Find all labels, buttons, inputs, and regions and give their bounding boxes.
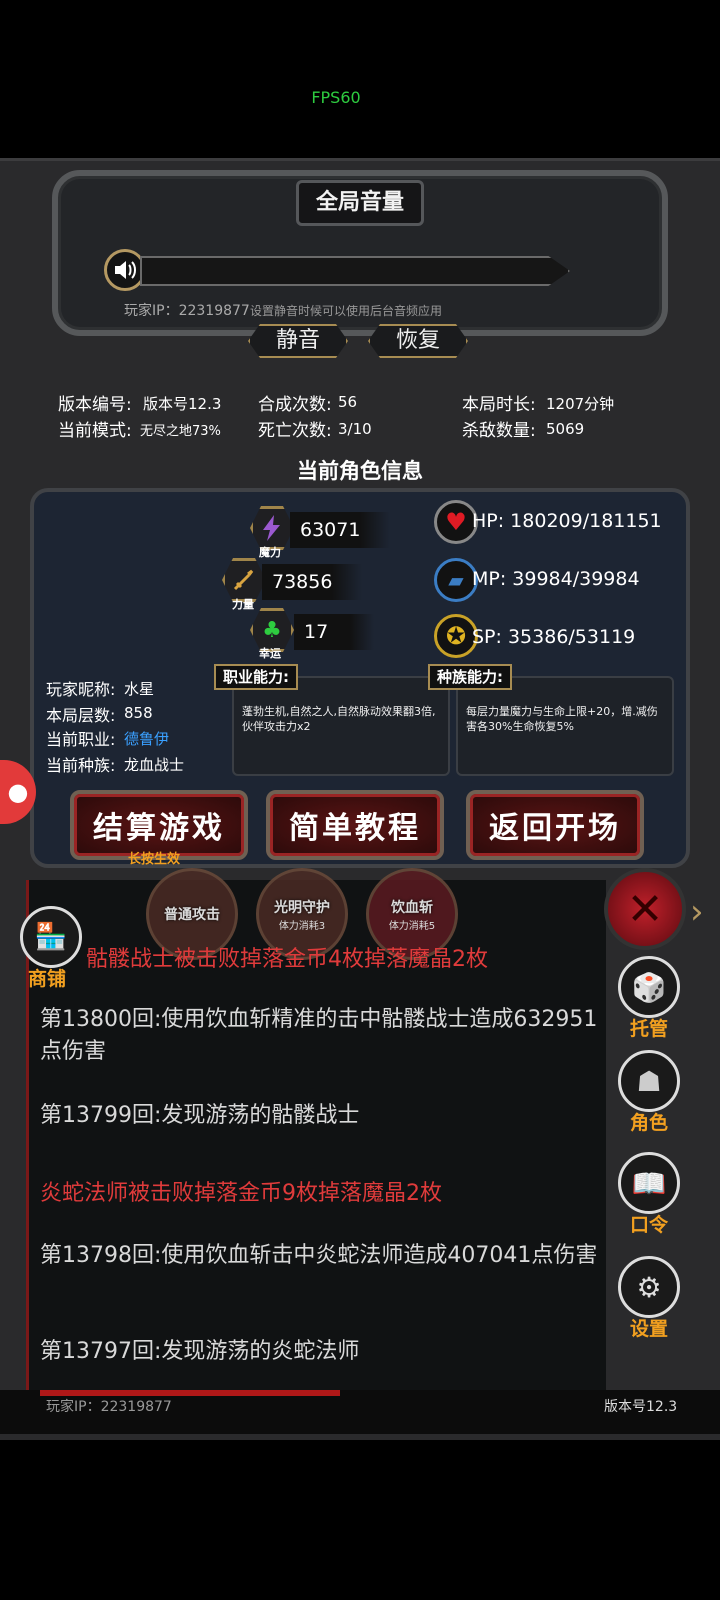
log-entry: 第13799回:发现游荡的骷髅战士 — [40, 1103, 360, 1128]
book-icon: 📖 — [618, 1152, 680, 1214]
class-label: 当前职业: — [46, 730, 116, 749]
player-ip: 玩家IP：22319877 — [124, 303, 250, 319]
close-icon[interactable]: ✕ — [604, 868, 686, 950]
death-label: 死亡次数: — [258, 421, 332, 441]
class-value[interactable]: 德鲁伊 — [124, 728, 169, 749]
nickname-label: 玩家昵称: — [46, 680, 116, 699]
time-label: 本局时长: — [462, 395, 536, 415]
chevron-right-icon[interactable]: › — [690, 892, 704, 932]
volume-title: 全局音量 — [296, 180, 424, 226]
race-ability-text: 每层力量魔力与生命上限+20，增.减伤害各30%生命恢复5% — [466, 705, 658, 733]
hood-icon: ☗ — [618, 1050, 680, 1112]
character-info-title: 当前角色信息 — [297, 459, 423, 483]
skill-name: 普通攻击 — [164, 907, 220, 923]
settle-game-label: 结算游戏 — [93, 811, 225, 846]
footer-version: 版本号12.3 — [604, 1399, 678, 1415]
restore-button[interactable]: 恢复 — [368, 324, 468, 358]
settings-label: 设置 — [629, 1318, 668, 1340]
fps-counter: FPS60 — [311, 88, 361, 107]
role-label: 角色 — [629, 1112, 668, 1134]
time-value: 1207分钟 — [546, 395, 615, 413]
skill-name: 光明守护 — [274, 899, 330, 916]
mode-label: 当前模式: — [58, 421, 132, 441]
death-value: 3/10 — [338, 420, 372, 438]
log-entry: 第13798回:使用饮血斩击中炎蛇法师造成407041点伤害 — [40, 1243, 598, 1268]
nickname-value: 水星 — [124, 680, 155, 698]
sp-stat: SP: 35386/53119 — [472, 626, 636, 648]
volume-slider[interactable] — [140, 256, 570, 286]
luck-value: 17 — [294, 614, 374, 650]
kills-label: 杀敌数量: — [462, 421, 536, 441]
magic-value: 63071 — [290, 512, 390, 548]
back-to-start-label: 返回开场 — [489, 811, 621, 846]
log-entry: 第13797回:发现游荡的炎蛇法师 — [40, 1339, 360, 1364]
version-value: 版本号12.3 — [143, 395, 222, 413]
footer-ip: 玩家IP：22319877 — [46, 1399, 172, 1415]
hp-stat: HP: 180209/181151 — [472, 510, 662, 532]
shop-icon[interactable]: 🏪 — [20, 906, 82, 968]
merge-label: 合成次数: — [258, 395, 332, 415]
settle-hint: 长按生效 — [128, 852, 181, 867]
floors-value: 858 — [124, 704, 153, 722]
class-ability-text: 蓬勃生机,自然之人,自然脉动效果翻3倍,伙伴攻击力x2 — [242, 705, 436, 733]
version-label: 版本编号: — [58, 395, 132, 415]
skill-cost: 体力消耗5 — [388, 920, 436, 932]
log-entry: 第13800回:使用饮血斩精准的击中骷髅战士造成632951点伤害 — [40, 1007, 598, 1064]
kills-value: 5069 — [546, 420, 585, 438]
code-label: 口令 — [629, 1214, 668, 1236]
race-ability-tag: 种族能力: — [428, 664, 512, 690]
auto-label: 托管 — [629, 1018, 668, 1040]
skill-cost: 体力消耗3 — [278, 920, 326, 932]
mute-button[interactable]: 静音 — [248, 324, 348, 358]
floors-label: 本局层数: — [46, 706, 116, 725]
gear-icon: ⚙ — [618, 1256, 680, 1318]
settings-button[interactable]: ⚙ 设置 — [614, 1256, 684, 1341]
shop-label[interactable]: 商铺 — [28, 964, 66, 991]
tutorial-button[interactable]: 简单教程 — [266, 790, 444, 860]
dice-icon: 🎲 — [618, 956, 680, 1018]
class-ability-box: 蓬勃生机,自然之人,自然脉动效果翻3倍,伙伴攻击力x2 — [232, 676, 450, 776]
luck-label: 幸运 — [259, 647, 281, 660]
strength-value: 73856 — [262, 564, 362, 600]
log-entry: 炎蛇法师被击败掉落金币9枚掉落魔晶2枚 — [40, 1181, 442, 1206]
back-to-start-button[interactable]: 返回开场 — [466, 790, 644, 860]
race-label: 当前种族: — [46, 756, 116, 775]
code-button[interactable]: 📖 口令 — [614, 1152, 684, 1237]
skill-name: 饮血斩 — [391, 899, 433, 916]
role-button[interactable]: ☗ 角色 — [614, 1050, 684, 1135]
race-ability-box: 每层力量魔力与生命上限+20，增.减伤害各30%生命恢复5% — [456, 676, 674, 776]
speaker-icon[interactable] — [104, 249, 146, 291]
race-value: 龙血战士 — [124, 756, 185, 774]
mute-hint: 设置静音时候可以使用后台音频应用 — [250, 304, 443, 318]
merge-value: 56 — [338, 393, 358, 411]
magic-label: 魔力 — [259, 546, 281, 559]
mp-stat: MP: 39984/39984 — [472, 568, 640, 590]
mode-value: 无尽之地73% — [140, 424, 221, 439]
class-ability-tag: 职业能力: — [214, 664, 298, 690]
tutorial-label: 简单教程 — [289, 811, 421, 846]
log-entry: 骷髅战士被击败掉落金币4枚掉落魔晶2枚 — [86, 947, 488, 972]
auto-button[interactable]: 🎲 托管 — [614, 956, 684, 1041]
strength-label: 力量 — [232, 598, 254, 611]
